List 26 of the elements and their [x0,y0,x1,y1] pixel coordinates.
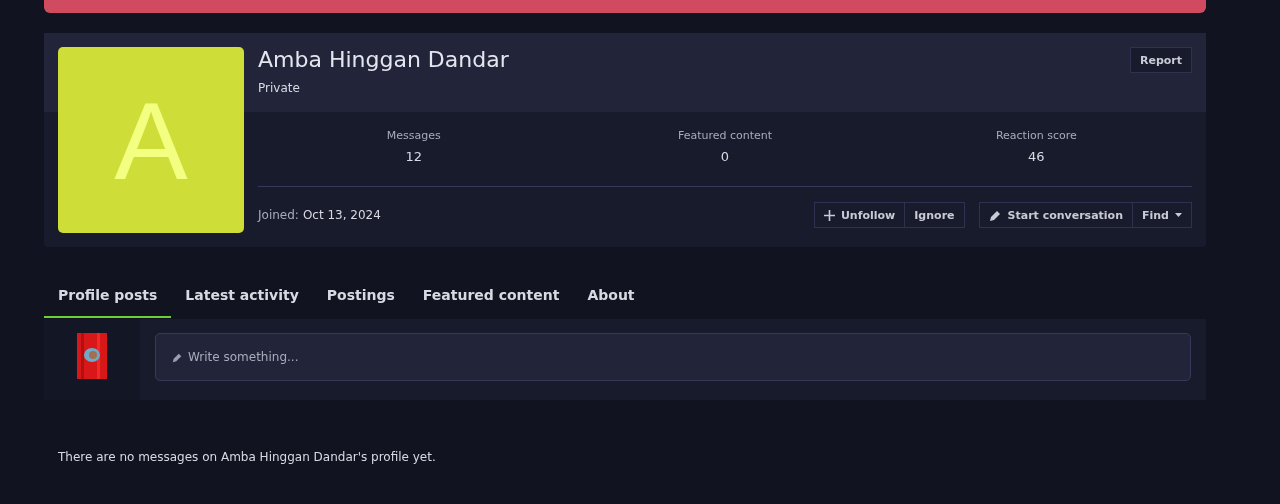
stat-value: 0 [719,149,731,164]
stat-value: 46 [1027,149,1046,164]
find-button[interactable]: Find [1133,202,1192,228]
stat-label: Reaction score [994,129,1078,142]
joined-date: Oct 13, 2024 [302,208,381,222]
stat-label: Messages [385,129,442,142]
profile-tab[interactable]: About [573,274,649,318]
pen-icon [988,208,1002,222]
stat-value: 12 [404,149,423,164]
user-title: Private [258,81,301,95]
unfollow-button[interactable]: Unfollow [813,202,906,228]
empty-message: There are no messages on Amba Hinggan Dandar's profile yet. [58,450,437,464]
caret-icon [1175,213,1182,217]
profile-tab[interactable]: Latest activity [171,274,313,318]
post-input-field[interactable]: Write something... [155,333,1191,381]
plus-icon [823,209,835,221]
joined-label: Joined: [258,208,299,222]
report-button[interactable]: Report [1129,47,1192,73]
stat-label: Featured content [676,129,774,142]
pen-icon [172,351,183,363]
profile-tab[interactable]: Featured content [408,274,574,318]
conversation-button[interactable]: Start conversation [978,202,1133,228]
avatar: A [58,47,244,233]
profile-tab[interactable]: Postings [312,274,409,318]
ignore-button[interactable]: Ignore [905,202,965,228]
user-name: Amba Hinggan Dandar [258,47,509,72]
